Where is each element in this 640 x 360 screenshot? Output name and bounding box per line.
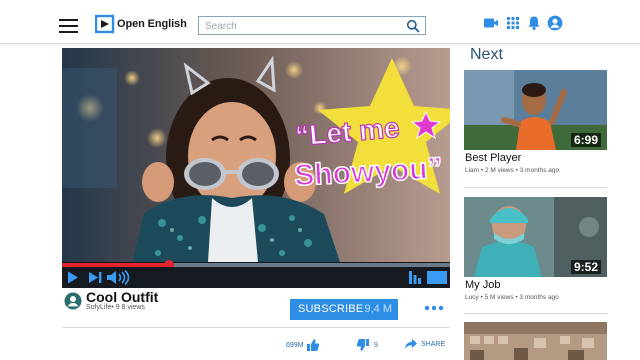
- video-player[interactable]: “Let me Showyou”: [62, 48, 450, 288]
- thumbs-up-icon: [306, 339, 319, 351]
- subscribe-label: SUBSCRIBE: [298, 303, 364, 315]
- subscriber-count: 9,4 M: [364, 303, 392, 315]
- subscribe-button[interactable]: SUBSCRIBE 9,4 M: [290, 299, 398, 320]
- bell-icon[interactable]: [526, 15, 542, 31]
- overlay-text: “Let me Showyou”: [293, 111, 444, 193]
- next-video-title[interactable]: Best Player: [465, 152, 521, 164]
- next-video-thumbnail[interactable]: 9:52: [464, 197, 607, 277]
- card-divider: [464, 313, 607, 314]
- search-field[interactable]: [198, 16, 426, 35]
- player-controls: [62, 267, 450, 288]
- logo-text: Open English: [117, 18, 187, 30]
- overlay-text-line2: Showyou”: [293, 152, 443, 193]
- captions-icon[interactable]: [408, 270, 422, 285]
- card-divider: [464, 187, 607, 188]
- share-label: SHARE: [421, 340, 446, 348]
- dislike-count: 9: [374, 341, 378, 349]
- apps-grid-icon[interactable]: [505, 15, 521, 31]
- search-input[interactable]: [205, 19, 395, 33]
- top-bar: Open English: [0, 0, 640, 44]
- play-icon[interactable]: [67, 270, 79, 285]
- menu-icon[interactable]: [59, 19, 78, 34]
- logo-icon: [95, 14, 115, 34]
- like-count: 699M: [286, 341, 304, 349]
- share-icon: [405, 339, 417, 349]
- video-duration: 9:52: [570, 260, 601, 274]
- search-icon[interactable]: [406, 19, 420, 33]
- video-meta: SofyLife• 9 8 views: [86, 304, 145, 311]
- next-heading: Next: [470, 46, 503, 63]
- video-frame[interactable]: “Let me Showyou”: [62, 48, 450, 262]
- overlay-text-line1: “Let me: [294, 112, 401, 152]
- thumbnail-image: [464, 322, 607, 360]
- next-video-title[interactable]: My Job: [465, 279, 500, 291]
- volume-icon[interactable]: [106, 270, 136, 285]
- channel-avatar[interactable]: [64, 292, 82, 310]
- more-dots-icon[interactable]: [424, 305, 444, 311]
- fullscreen-icon[interactable]: [426, 270, 448, 285]
- account-icon[interactable]: [547, 15, 563, 31]
- next-video-thumbnail[interactable]: 6:99: [464, 70, 607, 150]
- video-title: Cool Outfit: [86, 289, 159, 305]
- logo[interactable]: Open English: [95, 14, 187, 34]
- dislike-button[interactable]: 9: [356, 338, 378, 352]
- like-button[interactable]: 699M: [286, 338, 320, 352]
- share-button[interactable]: SHARE: [404, 338, 445, 350]
- next-video-thumbnail[interactable]: [464, 322, 607, 360]
- skip-next-icon[interactable]: [88, 270, 103, 285]
- video-camera-icon[interactable]: [483, 15, 499, 31]
- next-video-meta: Lucy • 5 M views • 3 months ago: [465, 294, 559, 301]
- video-duration: 6:99: [570, 133, 601, 147]
- thumbs-down-icon: [356, 339, 369, 351]
- next-video-meta: Liam • 2 M views • 3 months ago: [465, 167, 560, 174]
- info-divider: [62, 327, 450, 328]
